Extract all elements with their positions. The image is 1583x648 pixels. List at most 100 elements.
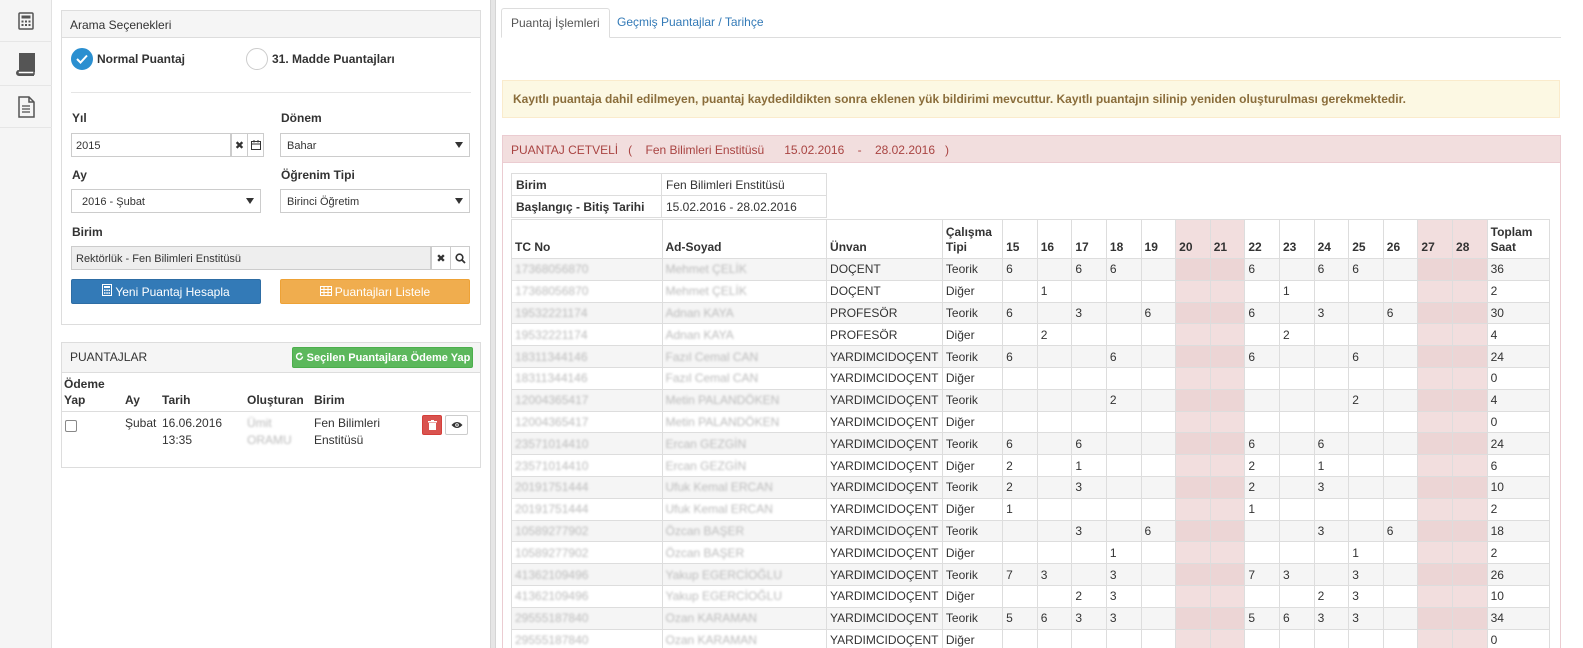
cell-day	[1417, 301, 1454, 325]
view-button[interactable]	[445, 415, 468, 435]
puantajlari-listele-button[interactable]: Puantajları Listele	[280, 279, 470, 304]
cell-day: 3	[1348, 563, 1384, 586]
col-day: 20	[1175, 219, 1211, 259]
cell-day	[1417, 345, 1454, 368]
delete-button[interactable]	[422, 415, 442, 435]
cell-day	[1278, 454, 1315, 477]
birim-input[interactable]: Rektörlük - Fen Bilimleri Enstitüsü ✖	[71, 246, 470, 270]
info-value: 15.02.2016 - 28.02.2016	[661, 195, 827, 218]
cell-day: 3	[1036, 563, 1073, 586]
cell-day	[1071, 366, 1107, 390]
cell-day	[1036, 475, 1073, 499]
cell-day	[1140, 410, 1177, 434]
cell-day: 3	[1071, 606, 1107, 630]
cell-calisma-tipi: Teorik	[941, 606, 1004, 630]
table-row: 10589277902 Özcan BAŞER YARDIMCIDOÇENT Teor…	[511, 519, 1551, 543]
col-day: 16	[1036, 219, 1073, 259]
ogrenim-select[interactable]: Birinci Öğretim	[280, 189, 470, 213]
cell-day	[1313, 323, 1350, 347]
ay-select[interactable]: 2016 - Şubat	[71, 189, 261, 213]
cell-day	[1417, 388, 1454, 412]
col-day: 28	[1452, 219, 1488, 259]
cell-ad-soyad: Fazıl Cemal CAN	[661, 345, 828, 368]
cell-day	[1382, 497, 1419, 521]
cetvel-title: PUANTAJ CETVELİ	[511, 143, 619, 157]
row-checkbox[interactable]	[65, 420, 77, 432]
cell-day: 6	[1348, 345, 1384, 368]
radio-normal-puantaj[interactable]: Normal Puantaj	[71, 48, 185, 70]
cell-tc-no: 41362109496	[511, 584, 663, 608]
warning-alert: Kayıtlı puantaja dahil edilmeyen, puanta…	[502, 80, 1560, 118]
table-row: 17368056870 Mehmet ÇELİK DOÇENT Teorik 6 6 6 6 6…	[511, 258, 1551, 281]
col-day: 21	[1209, 219, 1246, 259]
cell-day	[1209, 475, 1246, 499]
odeme-yap-button[interactable]: Seçilen Puantajlara Ödeme Yap	[292, 347, 473, 368]
cell-day	[1175, 432, 1211, 456]
cell-day	[1036, 497, 1073, 521]
cell-day	[1244, 584, 1280, 608]
tab-gecmis-puantajlar[interactable]: Geçmiş Puantajlar / Tarihçe	[608, 8, 773, 38]
cell-day: 5	[1002, 606, 1038, 630]
table-icon	[319, 285, 332, 299]
cell-day	[1140, 388, 1177, 412]
ogrenim-label: Öğrenim Tipi	[281, 168, 355, 182]
clear-icon[interactable]: ✖	[231, 133, 248, 157]
cell-calisma-tipi: Diğer	[941, 410, 1004, 434]
birim-label: Birim	[72, 225, 103, 239]
cell-day	[1036, 454, 1073, 477]
cell-day	[1313, 541, 1350, 565]
cell-day	[1348, 519, 1384, 543]
donem-select[interactable]: Bahar	[280, 133, 470, 157]
cell-day	[1036, 432, 1073, 456]
cell-day	[1244, 410, 1280, 434]
cell-day	[1140, 497, 1177, 521]
cell-day: 1	[1244, 497, 1280, 521]
cell-day: 6	[1382, 519, 1419, 543]
cell-day	[1071, 279, 1107, 303]
cell-day	[1452, 432, 1488, 456]
cell-day	[1348, 454, 1384, 477]
cell-tc-no: 12004365417	[511, 388, 663, 412]
cell-toplam-saat: 10	[1486, 584, 1551, 608]
cell-day	[1209, 497, 1246, 521]
info-value: Fen Bilimleri Enstitüsü	[661, 173, 827, 196]
cell-day	[1382, 258, 1419, 281]
panel-splitter[interactable]	[490, 0, 496, 648]
cell-toplam-saat: 26	[1486, 563, 1551, 586]
col-tarih: Tarih	[162, 393, 191, 407]
cell-unvan: DOÇENT	[826, 258, 943, 281]
cell-day	[1417, 475, 1454, 499]
table-row: 19532221174 Adnan KAYA PROFESÖR Teorik 6 3 6 6 3…	[511, 301, 1551, 325]
calculator-icon[interactable]	[0, 0, 52, 42]
calendar-icon[interactable]	[247, 133, 264, 157]
cell-tc-no: 18311344146	[511, 345, 663, 368]
cell-day: 6	[1244, 345, 1280, 368]
col-day: 24	[1313, 219, 1350, 259]
col-day: 23	[1278, 219, 1315, 259]
cetvel-title-bar: PUANTAJ CETVELİ ( Fen Bilimleri Enstitüs…	[503, 136, 1560, 163]
cell-day	[1382, 323, 1419, 347]
cell-day: 6	[1105, 345, 1142, 368]
table-row: 17368056870 Mehmet ÇELİK DOÇENT Diğer 1 1 2	[511, 279, 1551, 303]
odeme-yap-label: Seçilen Puantajlara Ödeme Yap	[306, 351, 471, 364]
cell-day	[1036, 541, 1073, 565]
book-icon[interactable]	[0, 42, 52, 86]
cell-unvan: YARDIMCIDOÇENT	[826, 563, 943, 586]
document-icon[interactable]	[0, 86, 52, 128]
cell-toplam-saat: 10	[1486, 475, 1551, 499]
cell-calisma-tipi: Teorik	[941, 258, 1004, 281]
search-icon[interactable]	[450, 246, 470, 270]
cell-calisma-tipi: Diğer	[941, 584, 1004, 608]
tab-puantaj-islemleri[interactable]: Puantaj İşlemleri	[501, 8, 610, 38]
cell-day	[1417, 279, 1454, 303]
cell-day: 2	[1002, 454, 1038, 477]
clear-icon[interactable]: ✖	[431, 246, 451, 270]
cell-day	[1140, 279, 1177, 303]
col-day: 19	[1140, 219, 1177, 259]
yil-input[interactable]: 2015 ✖	[71, 133, 264, 157]
chevron-down-icon	[455, 142, 463, 148]
radio-madde-puantaj[interactable]: 31. Madde Puantajları	[246, 48, 395, 70]
cell-day	[1071, 410, 1107, 434]
yeni-puantaj-hesapla-button[interactable]: Yeni Puantaj Hesapla	[71, 279, 261, 304]
cell-day: 3	[1348, 606, 1384, 630]
